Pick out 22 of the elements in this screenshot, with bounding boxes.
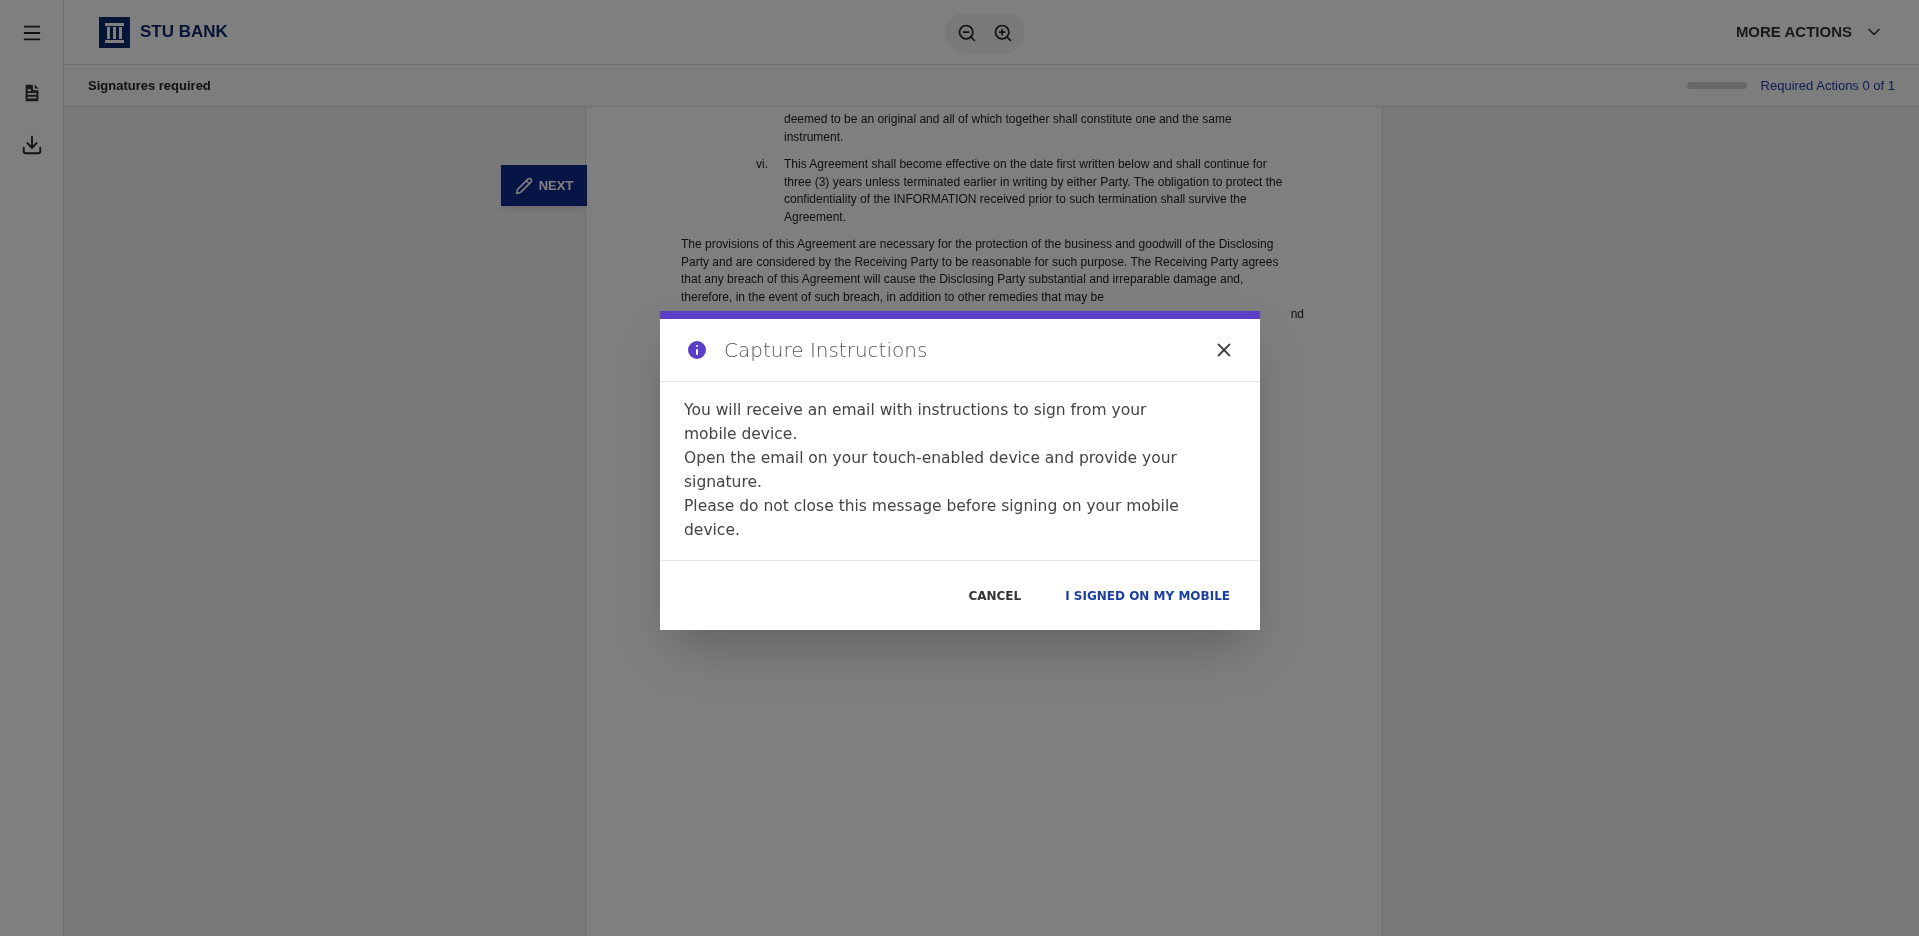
more-actions-button[interactable]: MORE ACTIONS (1735, 20, 1884, 44)
agreement-paragraph: The provisions of this Agreement are necessary for the protection of the business and goodwill of the Disclosing Party and are considered by the Receiving Party to be reasonable for such purpose. The Receiving Party agrees that any breach of this Agreement will cause the Disclosing Party substantial and irreparable damage and, therefore, in the event of such breach, in addition to other remedies that may be (681, 236, 1280, 306)
required-actions-link[interactable]: Required Actions 0 of 1 (1760, 75, 1895, 96)
dialog-message: Open the email on your touch-enabled device and provide your signature. (684, 448, 1178, 493)
pencil-icon (514, 176, 533, 195)
list-marker: vi. (756, 157, 768, 171)
download-icon[interactable] (20, 134, 43, 156)
agreement-text-fragment: nd (1290, 307, 1304, 321)
agreement-clause: deemed to be an original and all of which together shall constitute one and the same instrument. (784, 111, 1233, 146)
dialog-message: You will receive an email with instructions to sign from your mobile device. (684, 400, 1148, 445)
dialog-message: Please do not close this message before signing on your mobile device. (684, 496, 1180, 541)
cancel-button[interactable]: CANCEL (956, 578, 1034, 613)
zoom-out-icon[interactable] (957, 23, 977, 43)
signatures-required-label: Signatures required (88, 76, 211, 95)
dialog-title: Capture Instructions (724, 337, 928, 364)
info-icon (685, 338, 709, 362)
brand-name: STU BANK (140, 21, 228, 44)
agreement-clause: This Agreement shall become effective on the date first written below and shall continue for three (3) years unless terminated earlier in writing by either Party. The obligation to protect the confidentiality of the INFORMATION received prior to such termination shall survive the Agreement. (784, 156, 1284, 226)
next-button[interactable]: NEXT (501, 165, 587, 206)
bank-logo-icon (99, 16, 130, 48)
zoom-in-icon[interactable] (993, 23, 1013, 43)
confirm-button[interactable]: I SIGNED ON MY MOBILE (1053, 578, 1242, 613)
